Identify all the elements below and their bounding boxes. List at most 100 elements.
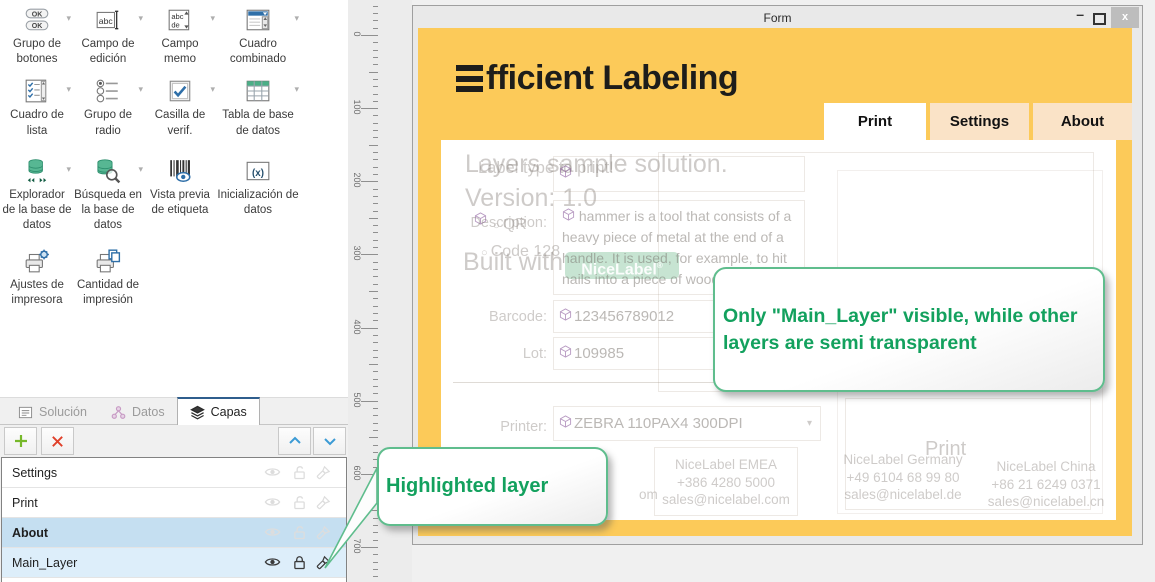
tool-ok-buttons[interactable]: OKOK▾Grupo de botones xyxy=(2,2,72,67)
form-tab-print[interactable]: Print xyxy=(824,103,926,140)
tool-label: Campo de edición xyxy=(72,37,144,67)
tool-edit-field[interactable]: abc ▾ Campo de edición xyxy=(72,2,144,67)
form-tab-settings[interactable]: Settings xyxy=(930,103,1029,140)
app-root: OKOK▾Grupo de botonesabc▾Campo de edició… xyxy=(0,0,1155,582)
ruler-tick xyxy=(373,20,378,21)
solution-icon xyxy=(18,405,33,420)
layer-name: About xyxy=(12,526,48,540)
barcode-value: 123456789012 xyxy=(574,308,674,325)
layer-row-print[interactable]: Print xyxy=(2,488,346,518)
tool-combo-box[interactable]: ▾Cuadro combinado xyxy=(216,2,300,67)
layers-list: SettingsPrint About Main_Layer xyxy=(1,457,347,582)
minimize-button[interactable]: – xyxy=(1076,6,1084,22)
printer-settings-icon xyxy=(2,246,72,276)
visibility-eye-icon[interactable] xyxy=(264,525,281,542)
tool-db-search[interactable]: ▾Búsqueda en la base de datos xyxy=(72,153,144,234)
panel-tab-capas[interactable]: Capas xyxy=(177,397,260,425)
callout-line-1: Only "Main_Layer" visible, while other xyxy=(723,303,1095,329)
ruler-tick xyxy=(361,108,378,109)
ruler-tick xyxy=(361,181,378,182)
chevron-down-icon[interactable]: ▾ xyxy=(294,84,299,95)
callout-line-2: layers are semi transparent xyxy=(723,330,1095,356)
ruler-tick xyxy=(373,189,378,190)
tool-label: Inicialización de datos xyxy=(216,188,300,218)
tool-data-init[interactable]: (x)Inicialización de datos xyxy=(216,153,300,234)
ruler-tick xyxy=(373,211,378,212)
data-init-icon: (x) xyxy=(216,156,300,186)
tool-db-explorer[interactable]: ▾Explorador de la base de datos xyxy=(2,153,72,234)
panel-tab-solucin[interactable]: Solución xyxy=(6,400,99,424)
panel-tab-label: Datos xyxy=(132,405,165,419)
toolbox-row: ▾Cuadro de lista▾Grupo de radio▾Casilla … xyxy=(0,73,348,138)
chevron-down-icon[interactable]: ▾ xyxy=(138,13,143,24)
add-layer-button[interactable] xyxy=(4,427,37,455)
form-tab-about[interactable]: About xyxy=(1033,103,1132,140)
maximize-icon[interactable] xyxy=(1093,13,1106,25)
ruler-tick xyxy=(373,152,378,153)
printer-dropdown[interactable]: ZEBRA 110PAX4 300DPI ▾ xyxy=(553,406,821,441)
tool-radio-group[interactable]: ▾Grupo de radio xyxy=(72,73,144,138)
chevron-down-icon[interactable]: ▾ xyxy=(210,13,215,24)
svg-text:abc: abc xyxy=(99,16,114,26)
visibility-eye-icon[interactable] xyxy=(264,495,281,512)
ok-buttons-icon: OKOK xyxy=(2,5,72,35)
ruler-tick xyxy=(373,276,378,277)
ruler-unit-label: 0 xyxy=(352,26,362,42)
tool-printer-settings[interactable]: Ajustes de impresora xyxy=(2,243,72,308)
tool-checkbox[interactable]: ▾ Casilla de verif. xyxy=(144,73,216,138)
close-button[interactable]: x xyxy=(1111,7,1139,28)
ruler-tick xyxy=(373,42,378,43)
panel-tab-label: Solución xyxy=(39,405,87,419)
contact-column: NiceLabel EMEA+386 4280 5000sales@nicela… xyxy=(654,447,798,516)
chevron-down-icon[interactable]: ▾ xyxy=(138,84,143,95)
chevron-down-icon[interactable]: ▾ xyxy=(294,13,299,24)
chevron-down-icon[interactable]: ▾ xyxy=(210,84,215,95)
db-table-icon xyxy=(216,76,300,106)
ruler-tick xyxy=(361,254,378,255)
ruler-tick xyxy=(369,145,378,146)
layers-panel: Solución Datos Capas SettingsPrint About Mai… xyxy=(0,397,348,582)
contact-name: NiceLabel China xyxy=(975,458,1117,476)
tool-memo-field[interactable]: abcde▾Campo memo xyxy=(144,2,216,67)
ruler-tick xyxy=(373,284,378,285)
panel-tab-label: Capas xyxy=(211,405,247,419)
ruler-tick xyxy=(373,123,378,124)
tool-label-preview[interactable]: Vista previa de etiqueta xyxy=(144,153,216,234)
ruler-tick xyxy=(373,357,378,358)
tool-list-box[interactable]: ▾Cuadro de lista xyxy=(2,73,72,138)
delete-layer-button[interactable] xyxy=(41,427,74,455)
toolbox-row: ▾Explorador de la base de datos▾Búsqueda… xyxy=(0,153,348,234)
ruler-tick xyxy=(373,430,378,431)
ruler-tick xyxy=(373,196,378,197)
tool-label: Casilla de verif. xyxy=(144,108,216,138)
layer-row-main_layer[interactable]: Main_Layer xyxy=(2,548,346,578)
layer-row-about[interactable]: About xyxy=(2,518,346,548)
visibility-eye-icon[interactable] xyxy=(264,555,281,572)
chevron-down-icon[interactable]: ▾ xyxy=(138,164,143,175)
lot-value: 109985 xyxy=(574,345,624,362)
ruler-tick xyxy=(373,13,378,14)
chevron-down-icon[interactable]: ▾ xyxy=(66,164,71,175)
svg-text:OK: OK xyxy=(32,11,43,18)
printer-value: ZEBRA 110PAX4 300DPI xyxy=(574,415,743,432)
window-title: Form xyxy=(413,11,1142,25)
variable-cube-icon xyxy=(562,208,575,224)
ruler-tick xyxy=(373,350,378,351)
ruler-tick xyxy=(361,328,378,329)
layer-row-settings[interactable]: Settings xyxy=(2,458,346,488)
ruler-tick xyxy=(373,6,378,7)
visibility-eye-icon[interactable] xyxy=(264,465,281,482)
contact-name: NiceLabel Germany xyxy=(831,451,975,469)
tool-db-table[interactable]: ▾Tabla de base de datos xyxy=(216,73,300,138)
ruler-tick xyxy=(373,115,378,116)
ruler-tick xyxy=(373,262,378,263)
tool-print-quantity[interactable]: Cantidad de impresión xyxy=(72,243,144,308)
variable-cube-icon xyxy=(559,165,572,183)
label-type-field[interactable] xyxy=(553,156,805,192)
chevron-down-icon[interactable]: ▾ xyxy=(66,84,71,95)
panel-tab-datos[interactable]: Datos xyxy=(99,400,177,424)
ruler-tick xyxy=(373,232,378,233)
tool-label: Campo memo xyxy=(144,37,216,67)
chevron-down-icon[interactable]: ▾ xyxy=(66,13,71,24)
callout-highlighted-layer: Highlighted layer xyxy=(377,447,608,526)
